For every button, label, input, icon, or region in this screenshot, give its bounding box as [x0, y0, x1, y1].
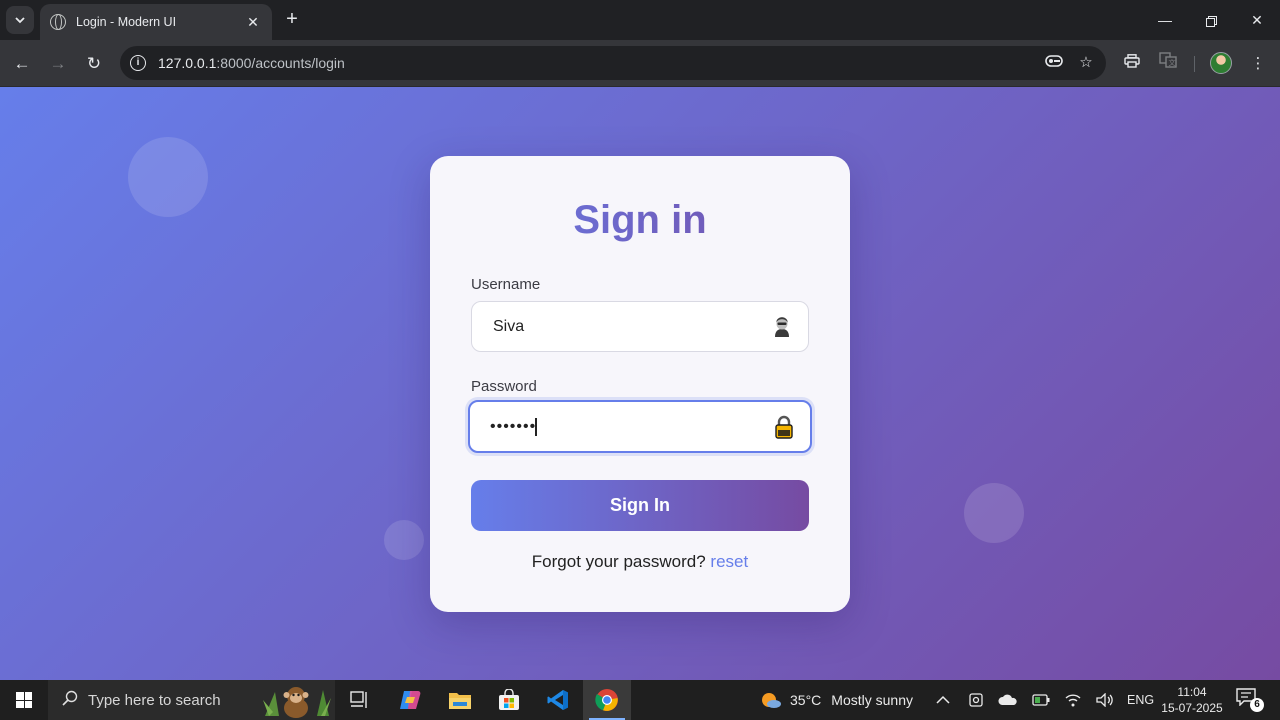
password-field-wrap [468, 400, 812, 453]
onedrive-icon[interactable] [998, 680, 1018, 720]
language-indicator[interactable]: ENG [1127, 680, 1154, 720]
reload-icon[interactable]: ↻ [80, 50, 108, 78]
forgot-password-row: Forgot your password? reset [430, 552, 850, 572]
decorative-circle [384, 520, 424, 560]
search-highlight-image [263, 687, 331, 718]
temperature: 35°C [790, 692, 822, 708]
wifi-icon[interactable] [1064, 680, 1082, 720]
sign-in-button[interactable]: Sign In [471, 480, 809, 531]
tab-search-icon[interactable] [6, 6, 34, 34]
info-icon[interactable]: i [130, 55, 146, 71]
globe-icon [50, 14, 66, 30]
reset-link[interactable]: reset [710, 552, 748, 571]
search-placeholder: Type here to search [88, 691, 221, 709]
password-input[interactable] [490, 417, 536, 436]
login-card: Sign in Username Password [430, 156, 850, 612]
browser-toolbar: ← → ↻ i 127.0.0.1:8000/accounts/login ☆ … [0, 40, 1280, 87]
menu-icon[interactable]: ⋮ [1244, 50, 1272, 78]
search-icon [62, 690, 78, 711]
page-title: Sign in [430, 198, 850, 243]
password-key-icon[interactable] [1042, 51, 1066, 75]
show-hidden-icons-icon[interactable] [936, 680, 950, 720]
chrome-icon[interactable] [583, 680, 631, 720]
weather-sun-icon [762, 693, 781, 708]
file-explorer-icon[interactable] [436, 680, 484, 720]
back-icon[interactable]: ← [8, 50, 36, 78]
print-icon[interactable] [1118, 50, 1146, 78]
weather-text: Mostly sunny [831, 692, 913, 708]
toolbar-divider [1194, 56, 1195, 72]
star-icon[interactable]: ☆ [1074, 51, 1098, 75]
tab-title: Login - Modern UI [76, 15, 177, 29]
url-path: :8000/accounts/login [216, 55, 345, 71]
plus-icon[interactable]: + [280, 8, 304, 32]
notification-icon[interactable]: 6 [1236, 688, 1264, 712]
vscode-icon[interactable] [534, 680, 582, 720]
profile-avatar[interactable] [1210, 52, 1232, 74]
battery-icon[interactable] [1032, 680, 1050, 720]
username-label: Username [471, 276, 541, 293]
active-tab[interactable]: Login - Modern UI ✕ [40, 4, 272, 40]
weather-widget[interactable]: 35°C Mostly sunny [760, 680, 913, 720]
login-page: Sign in Username Password [0, 87, 1280, 680]
user-icon [768, 313, 796, 341]
store-icon[interactable] [485, 680, 533, 720]
username-input[interactable] [493, 317, 768, 336]
copilot-icon[interactable] [386, 680, 434, 720]
task-view-icon[interactable] [336, 680, 384, 720]
clock-date: 15-07-2025 [1161, 701, 1223, 715]
username-field-wrap [471, 301, 809, 352]
url-host: 127.0.0.1 [158, 55, 217, 71]
meet-now-icon[interactable] [968, 680, 984, 720]
tab-strip: Login - Modern UI ✕ + — ✕ [0, 0, 1280, 40]
minimize-icon[interactable]: — [1142, 0, 1188, 40]
close-icon[interactable]: ✕ [244, 14, 262, 31]
svg-text:文: 文 [1169, 58, 1176, 67]
decorative-circle [128, 137, 208, 217]
volume-icon[interactable] [1096, 680, 1114, 720]
windows-taskbar: Type here to search 35°C Mostly sunny EN… [0, 680, 1280, 720]
decorative-circle [964, 483, 1024, 543]
url-text[interactable]: 127.0.0.1:8000/accounts/login [158, 55, 1042, 71]
lock-icon [770, 413, 798, 441]
forward-icon[interactable]: → [44, 50, 72, 78]
close-window-icon[interactable]: ✕ [1234, 0, 1280, 40]
password-label: Password [471, 378, 537, 395]
windows-icon[interactable] [0, 680, 48, 720]
restore-icon[interactable] [1188, 0, 1234, 40]
notification-badge: 6 [1250, 698, 1264, 712]
taskbar-search[interactable]: Type here to search [48, 680, 335, 720]
clock-time: 11:04 [1177, 685, 1207, 699]
address-bar[interactable]: i 127.0.0.1:8000/accounts/login ☆ [120, 46, 1106, 80]
clock[interactable]: 11:04 15-07-2025 [1156, 684, 1228, 716]
text-caret [535, 417, 537, 436]
translate-icon[interactable]: 文 [1154, 50, 1182, 78]
forgot-password-text: Forgot your password? [531, 552, 706, 571]
